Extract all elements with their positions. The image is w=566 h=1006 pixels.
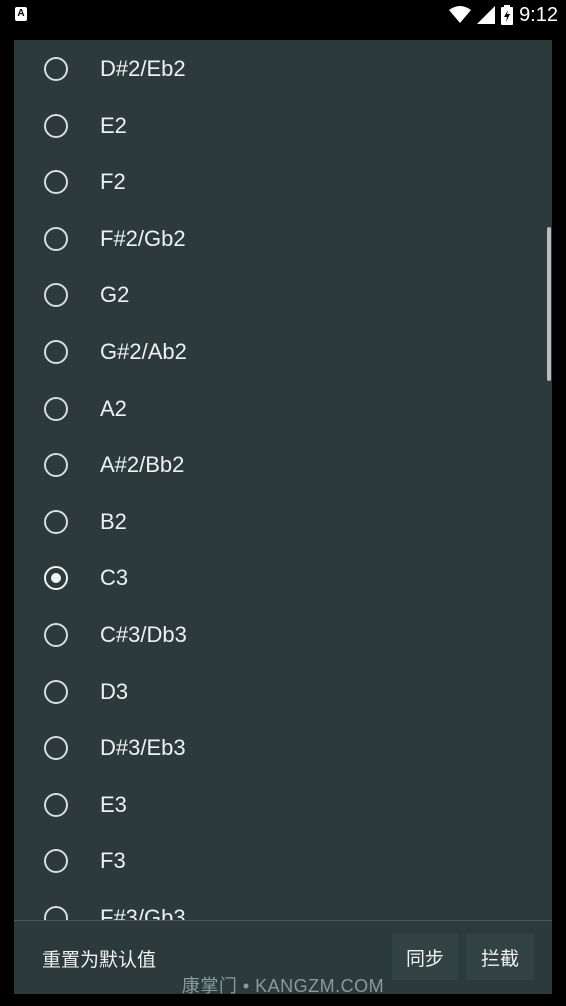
- scrollbar[interactable]: [547, 227, 551, 381]
- option-row[interactable]: E3: [14, 777, 552, 833]
- radio-unselected-icon[interactable]: [44, 283, 68, 308]
- option-label: E3: [100, 791, 127, 817]
- option-label: E2: [100, 112, 127, 138]
- radio-selected-icon[interactable]: [44, 566, 68, 591]
- option-label: F3: [100, 848, 126, 874]
- watermark: 康掌门 • KANGZM.COM: [181, 976, 385, 996]
- option-row[interactable]: B2: [14, 494, 552, 550]
- radio-unselected-icon[interactable]: [44, 679, 68, 704]
- radio-unselected-icon[interactable]: [44, 396, 68, 421]
- radio-unselected-icon[interactable]: [44, 906, 68, 920]
- option-label: A2: [100, 395, 127, 421]
- status-time: 9:12: [519, 3, 558, 26]
- reset-default-button[interactable]: 重置为默认值: [42, 945, 156, 972]
- option-label: C3: [100, 565, 129, 591]
- status-bar: A 9:12: [0, 0, 566, 30]
- option-row[interactable]: A2: [14, 381, 552, 437]
- option-row[interactable]: D3: [14, 664, 552, 720]
- option-label: D#3/Eb3: [100, 735, 186, 761]
- option-row[interactable]: F#2/Gb2: [14, 211, 552, 267]
- option-row[interactable]: D#3/Eb3: [14, 720, 552, 776]
- option-label: A#2/Bb2: [100, 452, 185, 478]
- radio-unselected-icon[interactable]: [44, 849, 68, 874]
- option-label: B2: [100, 508, 127, 534]
- option-list[interactable]: D#2/Eb2 E2 F2 F#2/Gb2 G2 G#2/Ab2 A2 A#2/Bb2 B2 C3…: [14, 40, 552, 920]
- cell-signal-icon: [477, 6, 496, 24]
- option-row[interactable]: F2: [14, 154, 552, 210]
- footer-divider: [14, 920, 552, 921]
- option-row[interactable]: A#2/Bb2: [14, 437, 552, 493]
- option-row[interactable]: G2: [14, 267, 552, 323]
- radio-unselected-icon[interactable]: [44, 509, 68, 534]
- option-row[interactable]: C#3/Db3: [14, 607, 552, 663]
- radio-unselected-icon[interactable]: [44, 170, 68, 195]
- status-icons: 9:12: [449, 3, 558, 27]
- wifi-icon: [449, 6, 472, 23]
- option-row[interactable]: F3: [14, 833, 552, 889]
- radio-unselected-icon[interactable]: [44, 113, 68, 138]
- font-a-icon: A: [15, 7, 27, 21]
- option-label: F#2/Gb2: [100, 225, 186, 251]
- radio-unselected-icon[interactable]: [44, 57, 68, 81]
- radio-unselected-icon[interactable]: [44, 226, 68, 251]
- radio-unselected-icon[interactable]: [44, 792, 68, 817]
- option-label: G#2/Ab2: [100, 339, 187, 364]
- radio-unselected-icon[interactable]: [44, 453, 68, 478]
- radio-unselected-icon[interactable]: [44, 340, 68, 364]
- radio-unselected-icon[interactable]: [44, 736, 68, 761]
- option-label: G2: [100, 282, 130, 308]
- option-row[interactable]: C3: [14, 550, 552, 606]
- option-label: C#3/Db3: [100, 622, 187, 647]
- option-row[interactable]: D#2/Eb2: [14, 41, 552, 97]
- battery-charging-icon: [501, 5, 514, 25]
- option-label: F#3/Gb3: [100, 905, 186, 920]
- radio-unselected-icon[interactable]: [44, 623, 68, 647]
- option-label: D#2/Eb2: [100, 56, 186, 81]
- option-row[interactable]: F#3/Gb3: [14, 890, 552, 920]
- option-label: F2: [100, 169, 126, 195]
- option-row[interactable]: G#2/Ab2: [14, 324, 552, 380]
- option-label: D3: [100, 678, 129, 704]
- note-picker-dialog: D#2/Eb2 E2 F2 F#2/Gb2 G2 G#2/Ab2 A2 A#2/Bb2 B2 C3…: [14, 40, 552, 994]
- option-row[interactable]: E2: [14, 98, 552, 154]
